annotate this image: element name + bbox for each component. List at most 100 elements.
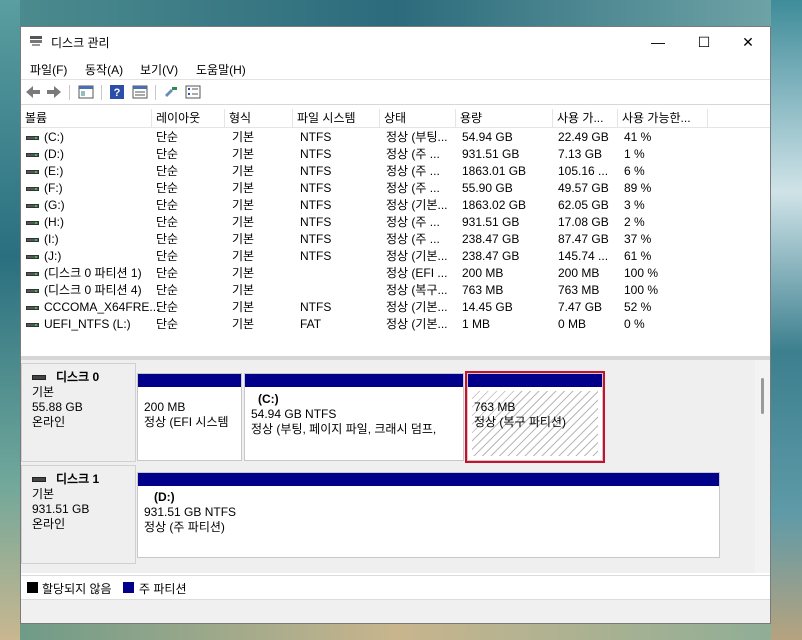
partition-efi[interactable]: 200 MB 정상 (EFI 시스템 [137,373,242,461]
table-row[interactable]: (J:) 단순 기본 NTFS 정상 (기본... 238.47 GB 145.74 ...… [21,248,770,265]
table-row[interactable]: (G:) 단순 기본 NTFS 정상 (기본... 1863.02 GB 62.05 GB 3… [21,197,770,214]
desktop-background-top [20,0,771,26]
forward-icon[interactable] [45,84,63,100]
cell-layout: 단순 [156,300,179,314]
toolbar-separator [155,85,156,100]
cell-capacity: 14.45 GB [462,300,513,314]
desktop-background-bottom [20,624,771,640]
cell-filesystem: NTFS [300,249,332,263]
volume-icon [26,272,39,276]
desktop-background-left [0,0,20,640]
help-icon[interactable]: ? [108,84,126,100]
partition-c-size: 54.94 GB NTFS [251,407,337,421]
column-header-filesystem[interactable]: 파일 시스템 [293,109,380,128]
close-button[interactable]: ✕ [725,27,771,57]
legend: 할당되지 않음 주 파티션 [21,575,770,599]
column-header-volume[interactable]: 볼륨 [21,109,152,128]
cell-capacity: 1863.01 GB [462,164,527,178]
menu-file[interactable]: 파일(F) [30,61,67,78]
maximize-button[interactable]: ☐ [681,27,727,57]
cell-volume: (H:) [44,215,64,229]
cell-volume: (C:) [44,130,64,144]
minimize-button[interactable]: — [635,27,681,57]
cell-filesystem: NTFS [300,215,332,229]
graph-vertical-scrollbar[interactable] [755,360,770,573]
table-row[interactable]: (D:) 단순 기본 NTFS 정상 (주 ... 931.51 GB 7.13 GB 1 % [21,146,770,163]
cell-capacity: 931.51 GB [462,215,520,229]
volume-icon [26,289,39,293]
cell-layout: 단순 [156,181,179,195]
table-row[interactable]: (디스크 0 파티션 4) 단순 기본 정상 (복구... 763 MB 763 MB 10… [21,282,770,299]
cell-layout: 단순 [156,164,179,178]
table-row[interactable]: (F:) 단순 기본 NTFS 정상 (주 ... 55.90 GB 49.57 GB 89 … [21,180,770,197]
column-header-layout[interactable]: 레이아웃 [152,109,225,128]
cell-capacity: 931.51 GB [462,147,520,161]
cell-status: 정상 (기본... [386,317,448,331]
cell-percent-free: 61 % [624,249,652,263]
disk-management-window: 디스크 관리 — ☐ ✕ 파일(F) 동작(A) 보기(V) 도움말(H) ? [20,26,771,624]
column-header-free-space[interactable]: 사용 가... [553,109,618,128]
cell-percent-free: 37 % [624,232,652,246]
column-header-percent-free[interactable]: 사용 가능한... [618,109,708,128]
table-row[interactable]: (H:) 단순 기본 NTFS 정상 (주 ... 931.51 GB 17.08 GB 2 … [21,214,770,231]
cell-status: 정상 (기본... [386,198,448,212]
partition-bar [138,473,719,486]
menu-action[interactable]: 동작(A) [85,61,123,78]
table-row[interactable]: (C:) 단순 기본 NTFS 정상 (부팅... 54.94 GB 22.49 GB 41 … [21,129,770,146]
legend-primary-swatch [123,582,134,593]
menu-bar: 파일(F) 동작(A) 보기(V) 도움말(H) [21,57,770,79]
show-hide-icon[interactable] [162,84,180,100]
cell-volume: (D:) [44,147,64,161]
cell-layout: 단순 [156,317,179,331]
table-row[interactable]: (E:) 단순 기본 NTFS 정상 (주 ... 1863.01 GB 105.16 ..… [21,163,770,180]
partition-c-title: (C:) [258,392,279,406]
list-icon[interactable] [184,84,202,100]
scrollbar-thumb[interactable] [761,378,764,414]
disk-0-name-row: 디스크 0 [32,370,135,385]
disk-0-label[interactable]: 디스크 0 기본 55.88 GB 온라인 [21,363,136,462]
volume-icon [26,221,39,225]
title-bar[interactable]: 디스크 관리 — ☐ ✕ [21,27,770,57]
cell-status: 정상 (주 ... [386,147,440,161]
volume-icon [26,153,39,157]
cell-free-space: 105.16 ... [558,164,609,178]
column-header: 볼륨 레이아웃 형식 파일 시스템 상태 용량 사용 가... 사용 가능한..… [21,109,770,128]
volume-icon [26,170,39,174]
menu-view[interactable]: 보기(V) [140,61,178,78]
cell-volume: (J:) [44,249,62,263]
partition-efi-info: 200 MB 정상 (EFI 시스템 [144,396,241,430]
table-row[interactable]: (I:) 단순 기본 NTFS 정상 (주 ... 238.47 GB 87.47 GB 37… [21,231,770,248]
cell-status: 정상 (주 ... [386,232,440,246]
partition-recovery-size: 763 MB [474,400,516,414]
disk-graph-pane: 디스크 0 기본 55.88 GB 온라인 200 MB 정상 (EFI 시스템… [21,360,770,573]
back-icon[interactable] [24,84,42,100]
console-tree-icon[interactable] [77,84,95,100]
cell-volume: (E:) [44,164,64,178]
partition-d[interactable]: (D:) 931.51 GB NTFS 정상 (주 파티션) [137,472,720,558]
disk-1-label[interactable]: 디스크 1 기본 931.51 GB 온라인 [21,465,136,564]
table-row[interactable]: (디스크 0 파티션 1) 단순 기본 정상 (EFI ... 200 MB 200 MB… [21,265,770,282]
toolbar-separator [69,85,70,100]
cell-filesystem: NTFS [300,232,332,246]
column-header-capacity[interactable]: 용량 [456,109,553,128]
cell-free-space: 22.49 GB [558,130,609,144]
cell-filesystem: FAT [300,317,322,331]
cell-type: 기본 [232,198,255,212]
properties-icon[interactable] [131,84,149,100]
disk-icon [32,477,46,482]
cell-filesystem: NTFS [300,164,332,178]
cell-type: 기본 [232,147,255,161]
partition-recovery[interactable]: 763 MB 정상 (복구 파티션) [465,371,605,463]
cell-filesystem: NTFS [300,130,332,144]
toolbar: ? [21,79,770,105]
menu-help[interactable]: 도움말(H) [196,61,246,78]
cell-free-space: 7.47 GB [558,300,603,314]
partition-recovery-status: 정상 (복구 파티션) [474,415,566,429]
partition-c-status: 정상 (부팅, 페이지 파일, 크래시 덤프, [251,422,437,436]
column-header-type[interactable]: 형식 [225,109,293,128]
table-row[interactable]: CCCOMA_X64FRE... 단순 기본 NTFS 정상 (기본... 14.45 G… [21,299,770,316]
partition-c[interactable]: (C:) 54.94 GB NTFS 정상 (부팅, 페이지 파일, 크래시 덤… [244,373,464,461]
table-row[interactable]: UEFI_NTFS (L:) 단순 기본 FAT 정상 (기본... 1 MB 0 MB 0 … [21,316,770,333]
column-header-status[interactable]: 상태 [380,109,456,128]
status-bar [21,599,770,623]
